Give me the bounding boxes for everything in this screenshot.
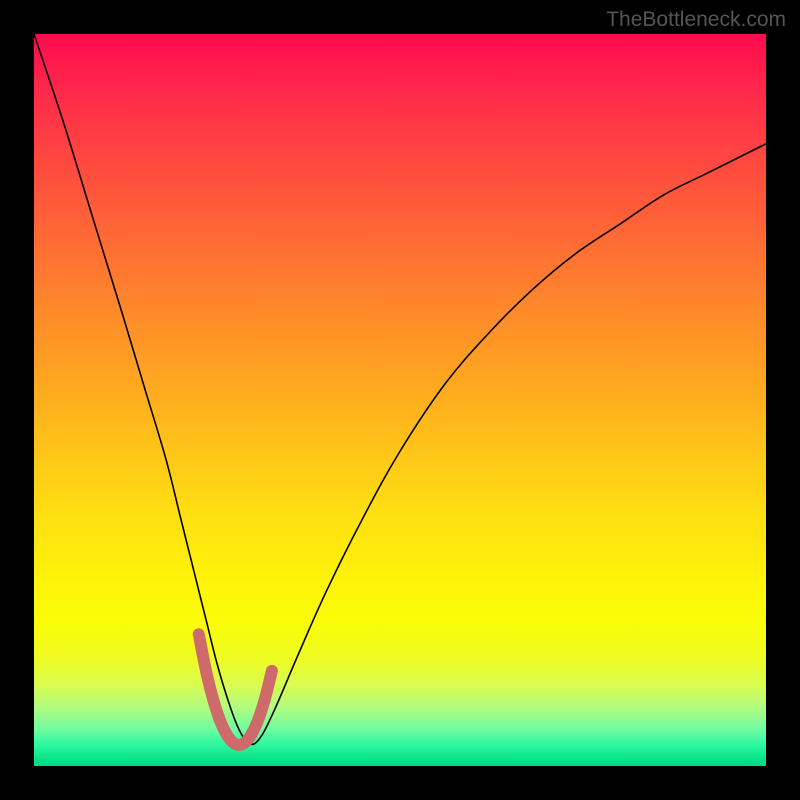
curve-svg <box>34 34 766 766</box>
chart-plot-area <box>34 34 766 766</box>
highlight-segment-path <box>199 634 272 745</box>
attribution-text: TheBottleneck.com <box>606 8 786 32</box>
bottleneck-curve-path <box>34 34 766 744</box>
